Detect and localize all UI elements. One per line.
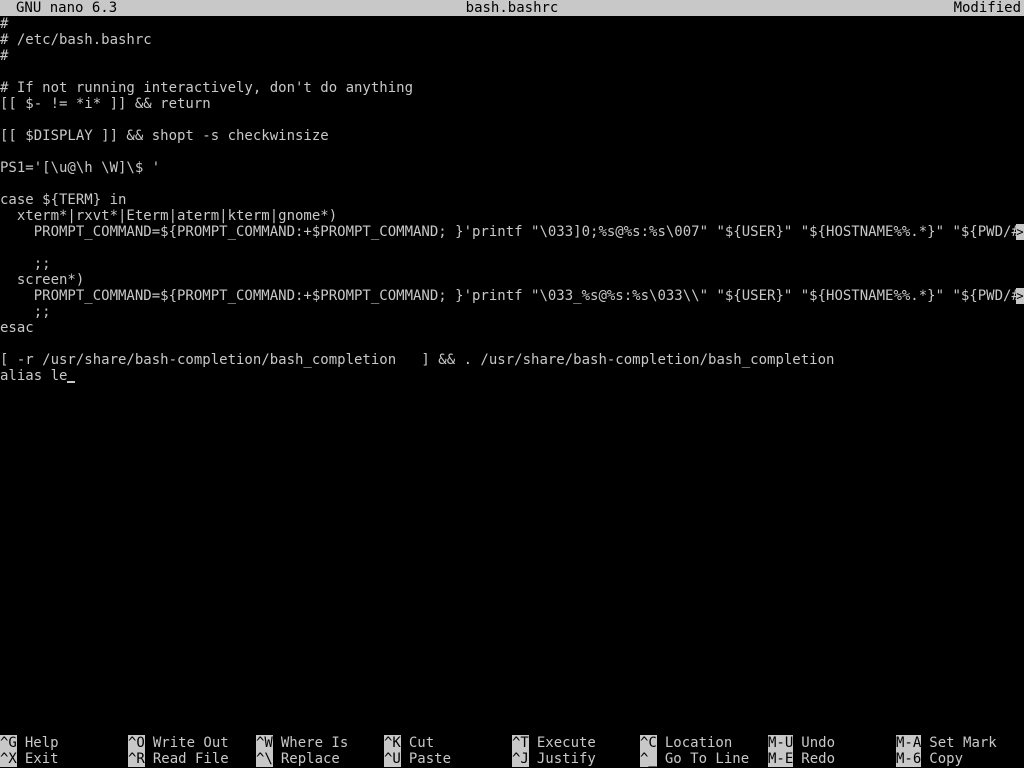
shortcut-location[interactable]: ^C Location [640, 735, 732, 751]
shortcut-bar: ^G Help ^O Write Out ^W Where Is ^K Cut ^T Ex… [0, 735, 1024, 767]
shortcut-key: ^W [256, 735, 273, 751]
editor-line[interactable]: # /etc/bash.bashrc [0, 32, 152, 48]
shortcut-help[interactable]: ^G Help [0, 735, 59, 751]
shortcut-key: ^X [0, 751, 17, 767]
shortcut-label: Execute [536, 735, 596, 751]
shortcut-key: ^U [384, 751, 401, 767]
file-name: bash.bashrc [465, 0, 559, 16]
editor-line[interactable]: xterm*|rxvt*|Eterm|aterm|kterm|gnome*) [0, 208, 337, 224]
shortcut-key: M-U [768, 735, 794, 751]
shortcut-label: Redo [801, 751, 836, 767]
shortcut-label: Help [24, 735, 59, 751]
shortcut-copy[interactable]: M-6 Copy [896, 751, 963, 767]
shortcut-key: M-A [896, 735, 922, 751]
shortcut-justify[interactable]: ^J Justify [512, 751, 596, 767]
shortcut-label: Cut [408, 735, 435, 751]
editor-line[interactable]: ;; [0, 256, 51, 272]
shortcut-label: Write Out [152, 735, 229, 751]
text-cursor [67, 381, 76, 383]
editor-line[interactable]: # If not running interactively, don't do… [0, 80, 413, 96]
shortcut-key: ^_ [640, 751, 657, 767]
shortcut-key: ^R [128, 751, 145, 767]
editor-line[interactable]: ;; [0, 304, 51, 320]
shortcut-label: Set Mark [929, 735, 997, 751]
editor-line[interactable]: esac [0, 320, 34, 336]
shortcut-key: ^C [640, 735, 657, 751]
shortcut-key: ^K [384, 735, 401, 751]
editor-line[interactable]: # [0, 16, 8, 32]
line-overflow-marker: > [1016, 288, 1024, 304]
editor-line[interactable]: [[ $- != *i* ]] && return [0, 96, 211, 112]
shortcut-label: Copy [929, 751, 964, 767]
current-line-text: alias le [0, 368, 68, 384]
shortcut-go-to-line[interactable]: ^_ Go To Line [640, 751, 749, 767]
shortcut-replace[interactable]: ^\ Replace [256, 751, 340, 767]
shortcut-key: ^J [512, 751, 529, 767]
shortcut-label: Justify [536, 751, 596, 767]
shortcut-label: Go To Line [664, 751, 750, 767]
shortcut-key: ^T [512, 735, 529, 751]
editor-line[interactable]: # [0, 48, 8, 64]
shortcut-read-file[interactable]: ^R Read File [128, 751, 229, 767]
shortcut-set-mark[interactable]: M-A Set Mark [896, 735, 997, 751]
modified-status: Modified [953, 0, 1021, 16]
shortcut-paste[interactable]: ^U Paste [384, 751, 451, 767]
shortcut-label: Read File [152, 751, 229, 767]
title-bar: GNU nano 6.3 bash.bashrc Modified [0, 0, 1024, 16]
editor-line[interactable]: PROMPT_COMMAND=${PROMPT_COMMAND:+$PROMPT… [0, 288, 1024, 304]
shortcut-label: Undo [801, 735, 836, 751]
editor-line[interactable]: PS1='[\u@\h \W]\$ ' [0, 160, 160, 176]
editor-area[interactable]: # # /etc/bash.bashrc # # If not running … [0, 16, 1024, 732]
shortcut-label: Where Is [280, 735, 349, 751]
shortcut-label: Paste [408, 751, 452, 767]
shortcut-exit[interactable]: ^X Exit [0, 751, 59, 767]
shortcut-key: M-E [768, 751, 794, 767]
shortcut-key: ^G [0, 735, 17, 751]
shortcut-label: Replace [280, 751, 340, 767]
editor-line[interactable]: PROMPT_COMMAND=${PROMPT_COMMAND:+$PROMPT… [0, 224, 1024, 240]
editor-line[interactable]: screen*) [0, 272, 84, 288]
shortcut-undo[interactable]: M-U Undo [768, 735, 835, 751]
shortcut-where-is[interactable]: ^W Where Is [256, 735, 348, 751]
shortcut-key: M-6 [896, 751, 922, 767]
shortcut-cut[interactable]: ^K Cut [384, 735, 434, 751]
shortcut-redo[interactable]: M-E Redo [768, 751, 835, 767]
shortcut-key: ^\ [256, 751, 273, 767]
editor-line[interactable]: case ${TERM} in [0, 192, 126, 208]
shortcut-execute[interactable]: ^T Execute [512, 735, 596, 751]
shortcut-write-out[interactable]: ^O Write Out [128, 735, 229, 751]
editor-line[interactable]: [ -r /usr/share/bash-completion/bash_com… [0, 352, 834, 368]
shortcut-label: Exit [24, 751, 59, 767]
shortcut-label: Location [664, 735, 733, 751]
line-overflow-marker: > [1016, 224, 1024, 240]
shortcut-key: ^O [128, 735, 145, 751]
editor-line[interactable]: [[ $DISPLAY ]] && shopt -s checkwinsize [0, 128, 329, 144]
editor-line-current[interactable]: alias le [0, 368, 76, 384]
